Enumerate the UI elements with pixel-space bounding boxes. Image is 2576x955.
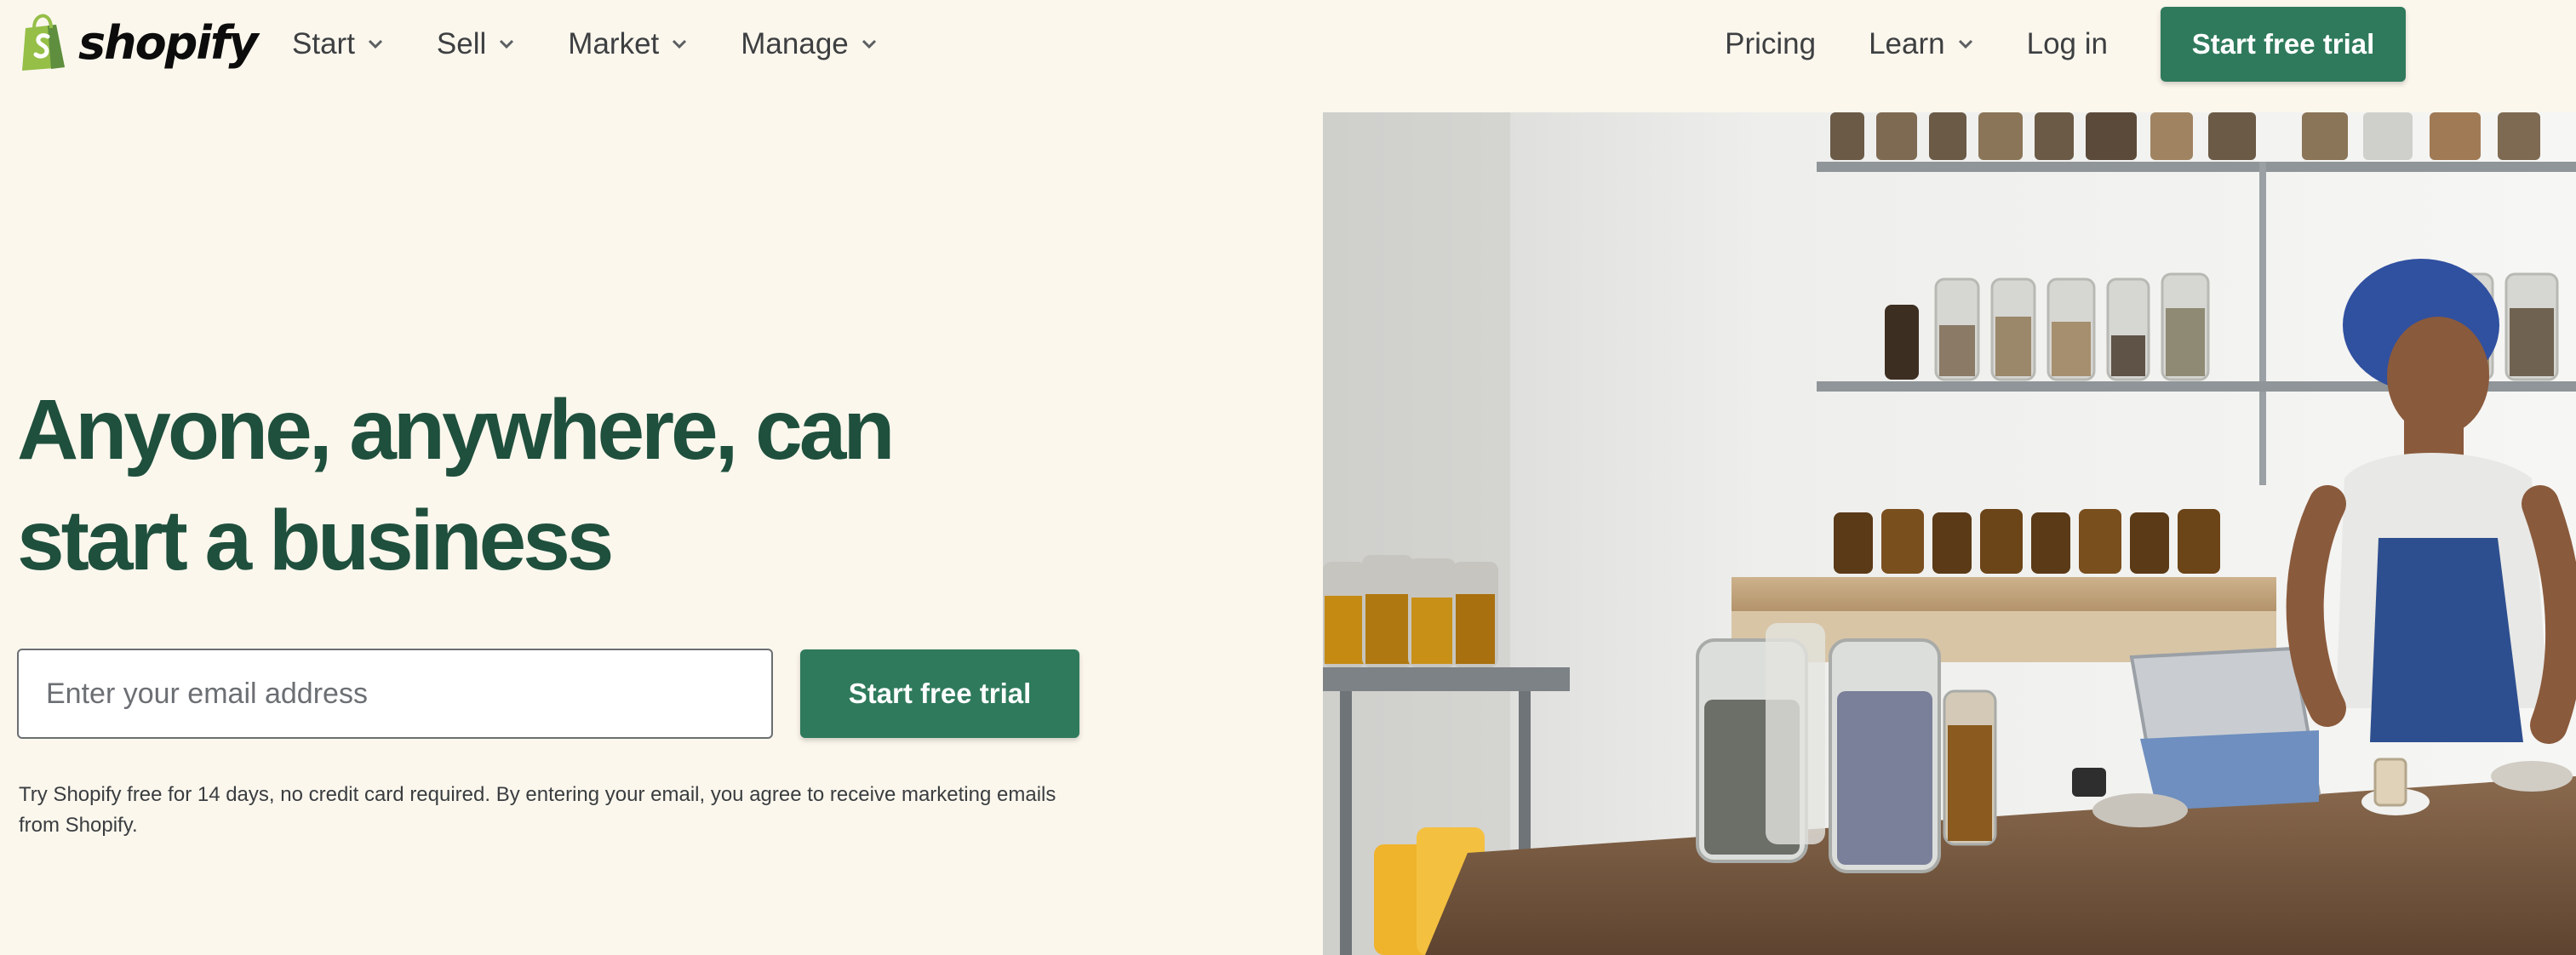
hero-headline: Anyone, anywhere, can start a business xyxy=(17,375,1039,596)
nav-start-label: Start xyxy=(292,27,355,60)
nav-learn[interactable]: Learn xyxy=(1869,27,1974,61)
secondary-nav: Pricing Learn Log in Start free trial xyxy=(1725,5,2406,83)
nav-sell-label: Sell xyxy=(436,27,487,60)
shopify-logo[interactable]: shopify xyxy=(17,12,259,73)
nav-manage[interactable]: Manage xyxy=(741,27,877,61)
chevron-down-icon xyxy=(368,39,382,49)
nav-login-label: Log in xyxy=(2026,27,2108,60)
primary-nav: Start Sell Market Manage xyxy=(292,19,878,70)
nav-market-label: Market xyxy=(568,27,660,60)
hero-headline-line2: start a business xyxy=(17,493,614,588)
nav-manage-label: Manage xyxy=(741,27,849,60)
nav-pricing[interactable]: Pricing xyxy=(1725,27,1816,61)
chevron-down-icon xyxy=(862,39,876,49)
nav-pricing-label: Pricing xyxy=(1725,27,1817,60)
email-input[interactable] xyxy=(17,649,773,739)
email-signup-form: Start free trial xyxy=(17,649,1079,739)
nav-start[interactable]: Start xyxy=(292,27,384,61)
nav-market[interactable]: Market xyxy=(568,27,688,61)
logo-wordmark: shopify xyxy=(78,15,259,70)
chevron-down-icon xyxy=(673,39,687,49)
header-start-trial-button[interactable]: Start free trial xyxy=(2161,7,2406,82)
chevron-down-icon xyxy=(1958,39,1972,49)
hero-photo xyxy=(1323,112,2576,955)
shopping-bag-logo-icon xyxy=(22,14,65,71)
merchant-shop-illustration xyxy=(1323,112,2576,955)
site-header: shopify Start Sell Market Manage Pricing… xyxy=(0,0,2576,89)
nav-sell[interactable]: Sell xyxy=(437,27,515,61)
trial-disclaimer: Try Shopify free for 14 days, no credit … xyxy=(19,783,1056,837)
hero-headline-line1: Anyone, anywhere, can xyxy=(17,382,895,478)
chevron-down-icon xyxy=(500,39,514,49)
nav-login[interactable]: Log in xyxy=(2027,27,2108,61)
nav-learn-label: Learn xyxy=(1869,27,1945,60)
hero-start-trial-button[interactable]: Start free trial xyxy=(800,649,1079,738)
